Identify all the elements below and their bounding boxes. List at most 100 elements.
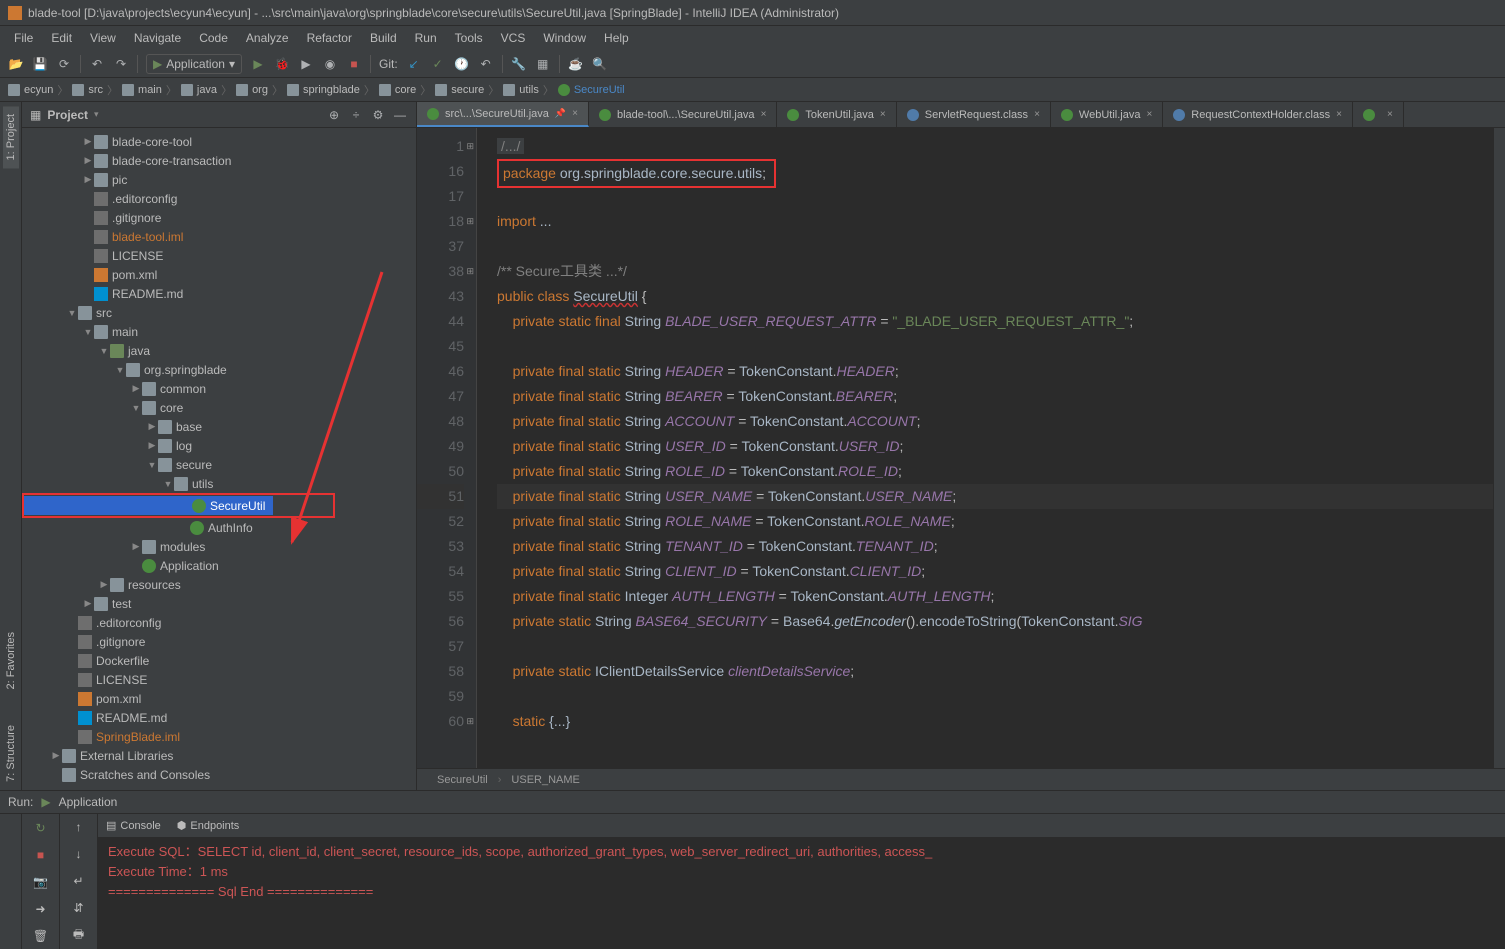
menu-vcs[interactable]: VCS	[493, 29, 534, 47]
line-number[interactable]: 55	[417, 584, 464, 609]
breadcrumb-item[interactable]: secure	[435, 84, 484, 96]
line-gutter[interactable]: 1⊞161718⊞3738⊞43444546474849505152535455…	[417, 128, 477, 768]
line-number[interactable]: 46	[417, 359, 464, 384]
close-tab-icon[interactable]: ×	[1146, 109, 1152, 120]
expand-arrow-icon[interactable]: ▶	[82, 598, 94, 609]
tree-item[interactable]: AuthInfo	[22, 518, 416, 537]
editor-tab[interactable]: TokenUtil.java×	[777, 102, 896, 127]
code-line[interactable]: private static IClientDetailsService cli…	[497, 659, 1493, 684]
console-output[interactable]: Execute SQL：SELECT id, client_id, client…	[98, 838, 1505, 949]
down-icon[interactable]: ↓	[69, 845, 89, 864]
project-tool-tab[interactable]: 1: Project	[3, 106, 19, 168]
trash-icon[interactable]: 🗑	[31, 926, 51, 945]
tree-item[interactable]: SecureUtil	[24, 496, 273, 515]
coverage-icon[interactable]: ▶	[298, 56, 314, 72]
tree-item[interactable]: ▶blade-core-tool	[22, 132, 416, 151]
code-line[interactable]: private final static String ROLE_NAME = …	[497, 509, 1493, 534]
vcs-revert-icon[interactable]: ↶	[478, 56, 494, 72]
up-icon[interactable]: ↑	[69, 818, 89, 837]
error-stripe[interactable]	[1493, 128, 1505, 768]
tree-item[interactable]: .editorconfig	[22, 613, 416, 632]
tree-item[interactable]: Application	[22, 556, 416, 575]
breadcrumb-item[interactable]: main	[122, 84, 162, 96]
console-tab-endpoints[interactable]: ⬢Endpoints	[177, 819, 240, 832]
tree-item[interactable]: ▼java	[22, 341, 416, 360]
favorites-tool-tab[interactable]: 2: Favorites	[3, 624, 19, 697]
menu-build[interactable]: Build	[362, 29, 405, 47]
close-tab-icon[interactable]: ×	[1336, 109, 1342, 120]
code-editor[interactable]: /.../package org.springblade.core.secure…	[477, 128, 1493, 768]
tree-item[interactable]: ▶pic	[22, 170, 416, 189]
menu-refactor[interactable]: Refactor	[299, 29, 360, 47]
expand-arrow-icon[interactable]: ▶	[82, 136, 94, 147]
breadcrumb-item[interactable]: src	[72, 84, 103, 96]
editor-tab[interactable]: ×	[1353, 102, 1404, 127]
tree-item[interactable]: ▶log	[22, 436, 416, 455]
vcs-commit-icon[interactable]: ✓	[430, 56, 446, 72]
tree-item[interactable]: .editorconfig	[22, 189, 416, 208]
code-line[interactable]: package org.springblade.core.secure.util…	[497, 159, 1493, 184]
code-line[interactable]: private final static String BEARER = Tok…	[497, 384, 1493, 409]
tree-item[interactable]: ▶modules	[22, 537, 416, 556]
code-line[interactable]: private final static String CLIENT_ID = …	[497, 559, 1493, 584]
line-number[interactable]: 56	[417, 609, 464, 634]
locate-icon[interactable]: ⊕	[326, 107, 342, 123]
tree-item[interactable]: pom.xml	[22, 689, 416, 708]
expand-arrow-icon[interactable]: ▶	[146, 440, 158, 451]
menu-window[interactable]: Window	[535, 29, 594, 47]
tree-item[interactable]: README.md	[22, 284, 416, 303]
bc-member[interactable]: USER_NAME	[511, 774, 579, 786]
tree-item[interactable]: .gitignore	[22, 208, 416, 227]
expand-arrow-icon[interactable]: ▶	[50, 750, 62, 761]
line-number[interactable]: 38⊞	[417, 259, 464, 284]
expand-arrow-icon[interactable]: ▼	[66, 308, 78, 318]
fold-icon[interactable]: ⊞	[466, 259, 474, 284]
menu-run[interactable]: Run	[407, 29, 445, 47]
menu-code[interactable]: Code	[191, 29, 236, 47]
tree-item[interactable]: ▼core	[22, 398, 416, 417]
line-number[interactable]: 44	[417, 309, 464, 334]
hide-icon[interactable]: —	[392, 107, 408, 123]
line-number[interactable]: 48	[417, 409, 464, 434]
stop-icon[interactable]: ■	[346, 56, 362, 72]
breadcrumb-item[interactable]: utils	[503, 84, 539, 96]
tree-item[interactable]: ▼secure	[22, 455, 416, 474]
expand-arrow-icon[interactable]: ▶	[130, 383, 142, 394]
close-tab-icon[interactable]: ×	[880, 109, 886, 120]
breadcrumb-item[interactable]: org	[236, 84, 268, 96]
project-structure-icon[interactable]: ▦	[535, 56, 551, 72]
undo-icon[interactable]: ↶	[89, 56, 105, 72]
fold-icon[interactable]: ⊞	[466, 709, 474, 734]
line-number[interactable]: 53	[417, 534, 464, 559]
line-number[interactable]: 54	[417, 559, 464, 584]
breadcrumb-item[interactable]: springblade	[287, 84, 360, 96]
tree-item[interactable]: ▶resources	[22, 575, 416, 594]
stop-run-icon[interactable]: ■	[31, 845, 51, 864]
tree-item[interactable]: SpringBlade.iml	[22, 727, 416, 746]
refresh-icon[interactable]: ⟳	[56, 56, 72, 72]
fold-icon[interactable]: ⊞	[466, 209, 474, 234]
line-number[interactable]: 1⊞	[417, 134, 464, 159]
tree-item[interactable]: ▼main	[22, 322, 416, 341]
line-number[interactable]: 17	[417, 184, 464, 209]
code-line[interactable]: /.../	[497, 134, 1493, 159]
line-number[interactable]: 16	[417, 159, 464, 184]
line-number[interactable]: 52	[417, 509, 464, 534]
expand-arrow-icon[interactable]: ▶	[130, 541, 142, 552]
menu-view[interactable]: View	[82, 29, 124, 47]
line-number[interactable]: 18⊞	[417, 209, 464, 234]
code-line[interactable]: private final static String ACCOUNT = To…	[497, 409, 1493, 434]
open-icon[interactable]: 📂	[8, 56, 24, 72]
bc-class[interactable]: SecureUtil	[437, 774, 488, 786]
vcs-history-icon[interactable]: 🕐	[454, 56, 470, 72]
expand-arrow-icon[interactable]: ▼	[130, 403, 142, 413]
expand-arrow-icon[interactable]: ▼	[114, 365, 126, 375]
line-number[interactable]: 49	[417, 434, 464, 459]
line-number[interactable]: 43	[417, 284, 464, 309]
tree-item[interactable]: README.md	[22, 708, 416, 727]
menu-edit[interactable]: Edit	[43, 29, 80, 47]
code-line[interactable]	[497, 334, 1493, 359]
code-line[interactable]: private final static String ROLE_ID = To…	[497, 459, 1493, 484]
tree-item[interactable]: LICENSE	[22, 246, 416, 265]
tree-item[interactable]: ▼src	[22, 303, 416, 322]
